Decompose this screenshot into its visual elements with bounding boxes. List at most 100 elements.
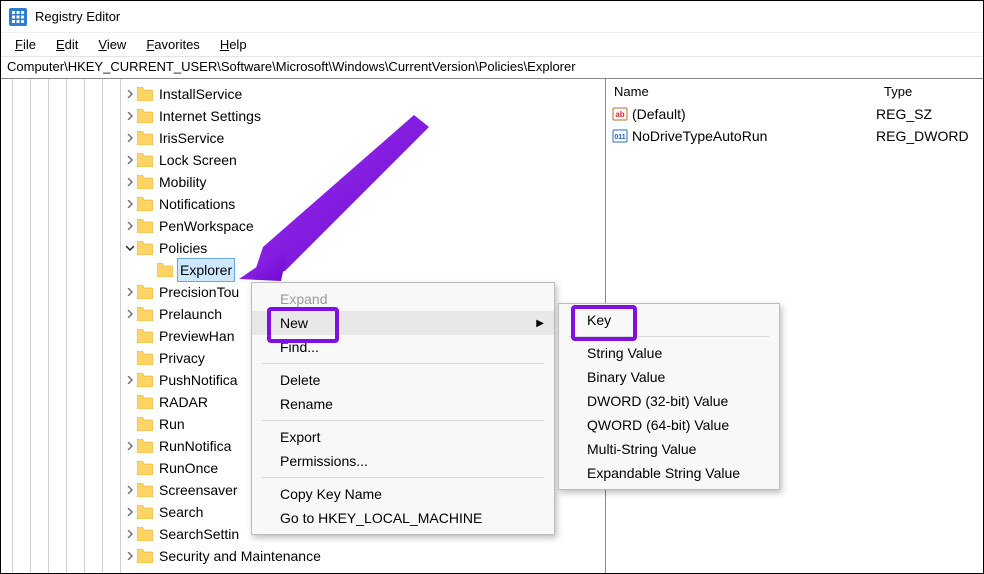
chevron-down-icon[interactable] bbox=[123, 244, 137, 252]
col-header-type[interactable]: Type bbox=[876, 81, 983, 102]
menu-item[interactable]: Export bbox=[252, 425, 554, 449]
menu-separator bbox=[262, 420, 544, 421]
chevron-right-icon[interactable] bbox=[123, 442, 137, 450]
folder-icon bbox=[137, 549, 153, 563]
menu-item[interactable]: DWORD (32-bit) Value bbox=[559, 389, 779, 413]
chevron-right-icon[interactable] bbox=[123, 376, 137, 384]
menu-help[interactable]: Help bbox=[210, 35, 257, 54]
chevron-right-icon[interactable] bbox=[123, 288, 137, 296]
tree-node[interactable]: Explorer bbox=[143, 259, 605, 281]
tree-node-label: RunNotifica bbox=[157, 435, 233, 457]
tree-node[interactable]: Lock Screen bbox=[123, 149, 605, 171]
chevron-right-icon[interactable] bbox=[123, 112, 137, 120]
reg-string-icon: ab bbox=[612, 106, 628, 122]
tree-node-label: PenWorkspace bbox=[157, 215, 256, 237]
menu-favorites[interactable]: Favorites bbox=[136, 35, 209, 54]
tree-node-label: Prelaunch bbox=[157, 303, 224, 325]
tree-node-label: Mobility bbox=[157, 171, 208, 193]
menu-item-label: Find... bbox=[280, 339, 319, 355]
menu-item-label: Key bbox=[587, 312, 611, 328]
chevron-right-icon[interactable] bbox=[123, 530, 137, 538]
reg-dword-icon: 011 bbox=[612, 128, 628, 144]
addressbar[interactable]: Computer\HKEY_CURRENT_USER\Software\Micr… bbox=[1, 57, 983, 79]
menu-item-label: DWORD (32-bit) Value bbox=[587, 393, 728, 409]
menu-item[interactable]: Rename bbox=[252, 392, 554, 416]
menu-view[interactable]: View bbox=[88, 35, 136, 54]
address-path: Computer\HKEY_CURRENT_USER\Software\Micr… bbox=[7, 59, 576, 74]
menu-item[interactable]: Expandable String Value bbox=[559, 461, 779, 485]
svg-text:ab: ab bbox=[615, 110, 624, 119]
value-type: REG_SZ bbox=[876, 106, 983, 122]
tree-node[interactable]: Policies bbox=[123, 237, 605, 259]
tree-node-label: PrecisionTou bbox=[157, 281, 241, 303]
list-row[interactable]: 011NoDriveTypeAutoRunREG_DWORD bbox=[606, 125, 983, 147]
tree-node-label: Security and Maintenance bbox=[157, 545, 323, 567]
menu-item-label: Rename bbox=[280, 396, 333, 412]
chevron-right-icon[interactable] bbox=[123, 552, 137, 560]
menu-item[interactable]: Go to HKEY_LOCAL_MACHINE bbox=[252, 506, 554, 530]
menu-edit[interactable]: Edit bbox=[46, 35, 88, 54]
menu-item-label: String Value bbox=[587, 345, 662, 361]
tree-node-label: Search bbox=[157, 501, 205, 523]
chevron-right-icon: ▶ bbox=[536, 318, 544, 329]
value-name: NoDriveTypeAutoRun bbox=[632, 128, 767, 144]
folder-icon bbox=[137, 351, 153, 365]
tree-node-label: Policies bbox=[157, 237, 209, 259]
tree-node[interactable]: InstallService bbox=[123, 83, 605, 105]
chevron-right-icon[interactable] bbox=[123, 178, 137, 186]
folder-icon bbox=[137, 439, 153, 453]
tree-node-label: SearchSettin bbox=[157, 523, 241, 545]
folder-icon bbox=[137, 219, 153, 233]
menu-item-label: Expandable String Value bbox=[587, 465, 740, 481]
menu-item[interactable]: Find... bbox=[252, 335, 554, 359]
menu-item[interactable]: Binary Value bbox=[559, 365, 779, 389]
svg-text:011: 011 bbox=[614, 134, 625, 141]
tree-node[interactable]: Notifications bbox=[123, 193, 605, 215]
chevron-right-icon[interactable] bbox=[123, 508, 137, 516]
tree-node-label: IrisService bbox=[157, 127, 226, 149]
folder-icon bbox=[137, 131, 153, 145]
tree-node[interactable]: Security and Maintenance bbox=[123, 545, 605, 567]
menu-item[interactable]: String Value bbox=[559, 341, 779, 365]
chevron-right-icon[interactable] bbox=[123, 200, 137, 208]
menu-item[interactable]: New ▶ bbox=[252, 311, 554, 335]
folder-icon bbox=[137, 417, 153, 431]
menu-item-label: Expand bbox=[280, 291, 327, 307]
chevron-right-icon[interactable] bbox=[123, 156, 137, 164]
menu-item[interactable]: Copy Key Name bbox=[252, 482, 554, 506]
chevron-right-icon[interactable] bbox=[123, 222, 137, 230]
menu-item[interactable]: Multi-String Value bbox=[559, 437, 779, 461]
chevron-right-icon[interactable] bbox=[123, 486, 137, 494]
folder-icon bbox=[137, 527, 153, 541]
tree-node[interactable]: PenWorkspace bbox=[123, 215, 605, 237]
tree-node-label: InstallService bbox=[157, 83, 244, 105]
menubar: File Edit View Favorites Help bbox=[1, 33, 983, 57]
tree-node-label: RADAR bbox=[157, 391, 210, 413]
chevron-right-icon[interactable] bbox=[123, 90, 137, 98]
col-header-name[interactable]: Name bbox=[606, 81, 876, 102]
tree-node[interactable]: Internet Settings bbox=[123, 105, 605, 127]
menu-item[interactable]: Key bbox=[559, 308, 779, 332]
menu-item[interactable]: QWORD (64-bit) Value bbox=[559, 413, 779, 437]
window-title: Registry Editor bbox=[35, 9, 120, 24]
menu-item[interactable]: Permissions... bbox=[252, 449, 554, 473]
chevron-right-icon[interactable] bbox=[123, 310, 137, 318]
folder-icon bbox=[137, 197, 153, 211]
menu-separator bbox=[262, 477, 544, 478]
menu-file[interactable]: File bbox=[5, 35, 46, 54]
folder-icon bbox=[137, 461, 153, 475]
list-row[interactable]: ab(Default)REG_SZ bbox=[606, 103, 983, 125]
menu-item-label: New bbox=[280, 315, 308, 331]
folder-icon bbox=[137, 329, 153, 343]
menu-item[interactable]: Delete bbox=[252, 368, 554, 392]
folder-icon bbox=[137, 175, 153, 189]
tree-node[interactable]: Mobility bbox=[123, 171, 605, 193]
chevron-right-icon[interactable] bbox=[123, 134, 137, 142]
folder-icon bbox=[137, 395, 153, 409]
tree-node[interactable]: IrisService bbox=[123, 127, 605, 149]
folder-icon bbox=[137, 241, 153, 255]
tree-node-label: Internet Settings bbox=[157, 105, 263, 127]
folder-icon bbox=[137, 109, 153, 123]
folder-icon bbox=[137, 373, 153, 387]
menu-item-label: Go to HKEY_LOCAL_MACHINE bbox=[280, 510, 482, 526]
